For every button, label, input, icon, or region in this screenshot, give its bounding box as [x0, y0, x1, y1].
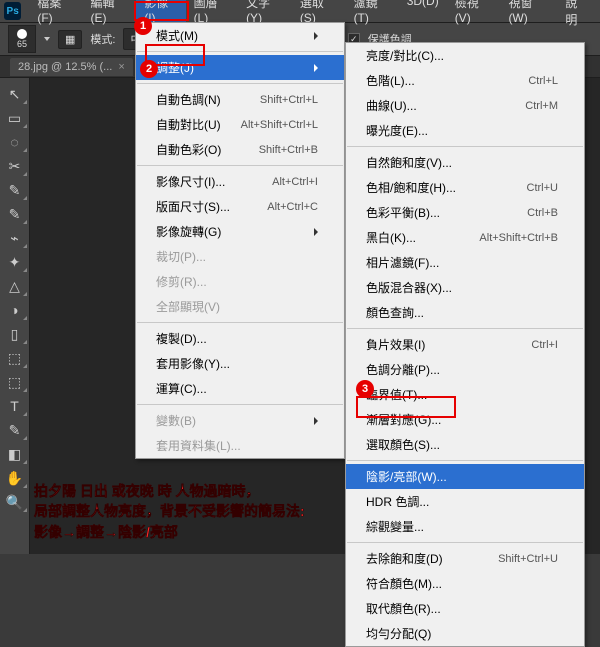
brush-preview[interactable]: 65 — [8, 25, 36, 53]
menu-檔案(F)[interactable]: 檔案(F) — [29, 0, 82, 31]
menu-item[interactable]: HDR 色調... — [346, 489, 584, 514]
menu-item: 全部顯現(V) — [136, 294, 344, 319]
menu-item[interactable]: 黑白(K)...Alt+Shift+Ctrl+B — [346, 225, 584, 250]
menu-item[interactable]: 顏色查詢... — [346, 300, 584, 325]
tool[interactable]: 🔍 — [2, 491, 28, 513]
tool[interactable]: ◑ — [2, 299, 28, 321]
tool[interactable]: ⬚ — [2, 347, 28, 369]
chevron-right-icon — [314, 228, 318, 236]
menu-item[interactable]: 版面尺寸(S)...Alt+Ctrl+C — [136, 194, 344, 219]
chevron-right-icon — [314, 32, 318, 40]
adjustments-submenu[interactable]: 亮度/對比(C)...色階(L)...Ctrl+L曲線(U)...Ctrl+M曝… — [345, 42, 585, 647]
menu-item[interactable]: 亮度/對比(C)... — [346, 43, 584, 68]
menu-說明[interactable]: 說明 — [557, 0, 596, 31]
menu-item[interactable]: 符合顏色(M)... — [346, 571, 584, 596]
menu-item[interactable]: 綜觀變量... — [346, 514, 584, 539]
tools-panel: ↖▭◌✂✎✎⌁✦△◑▯⬚⬚T✎◧✋🔍 — [0, 78, 30, 554]
tool[interactable]: △ — [2, 275, 28, 297]
menu-item: 修剪(R)... — [136, 269, 344, 294]
menu-濾鏡(T)[interactable]: 濾鏡(T) — [346, 0, 399, 31]
menu-item[interactable]: 模式(M) — [136, 23, 344, 48]
menu-item[interactable]: 運算(C)... — [136, 376, 344, 401]
callout-num-2: 2 — [140, 60, 158, 78]
tool[interactable]: ◧ — [2, 443, 28, 465]
menu-item[interactable]: 自然飽和度(V)... — [346, 150, 584, 175]
tab-title: 28.jpg @ 12.5% (... — [18, 61, 112, 73]
tool[interactable]: ◌ — [2, 131, 28, 153]
menu-item[interactable]: 取代顏色(R)... — [346, 596, 584, 621]
menu-item[interactable]: 自動色調(N)Shift+Ctrl+L — [136, 87, 344, 112]
menu-item[interactable]: 相片濾鏡(F)... — [346, 250, 584, 275]
tool[interactable]: ✂ — [2, 155, 28, 177]
callout-num-1: 1 — [134, 17, 152, 35]
menu-item[interactable]: 曝光度(E)... — [346, 118, 584, 143]
chevron-right-icon — [314, 64, 318, 72]
menu-item: 裁切(P)... — [136, 244, 344, 269]
menu-item[interactable]: 影像尺寸(I)...Alt+Ctrl+I — [136, 169, 344, 194]
chevron-down-icon[interactable] — [44, 37, 50, 41]
document-tab[interactable]: 28.jpg @ 12.5% (... × — [10, 58, 133, 76]
menu-視窗(W)[interactable]: 視窗(W) — [500, 0, 557, 31]
menubar: Ps 檔案(F)編輯(E)影像(I)圖層(L)文字(Y)選取(S)濾鏡(T)3D… — [0, 0, 600, 22]
tool[interactable]: ▭ — [2, 107, 28, 129]
menu-item[interactable]: 色相/飽和度(H)...Ctrl+U — [346, 175, 584, 200]
menu-檢視(V)[interactable]: 檢視(V) — [447, 0, 501, 31]
image-menu[interactable]: 模式(M) 調整(J) 自動色調(N)Shift+Ctrl+L自動對比(U)Alt+… — [135, 22, 345, 459]
tool[interactable]: ▯ — [2, 323, 28, 345]
tool[interactable]: ✎ — [2, 179, 28, 201]
tool[interactable]: ⬚ — [2, 371, 28, 393]
app-icon: Ps — [4, 2, 21, 20]
menu-item[interactable]: 曲線(U)...Ctrl+M — [346, 93, 584, 118]
menu-item[interactable]: 負片效果(I)Ctrl+I — [346, 332, 584, 357]
menu-item[interactable]: 複製(D)... — [136, 326, 344, 351]
menu-編輯(E)[interactable]: 編輯(E) — [82, 0, 136, 31]
menu-item[interactable]: 漸層對應(G)... — [346, 407, 584, 432]
close-icon[interactable]: × — [118, 61, 124, 73]
menu-item[interactable]: 色調分離(P)... — [346, 357, 584, 382]
tool[interactable]: ✋ — [2, 467, 28, 489]
menu-item[interactable]: 陰影/亮部(W)... — [346, 464, 584, 489]
menu-item[interactable]: 色彩平衡(B)...Ctrl+B — [346, 200, 584, 225]
menu-item[interactable]: 去除飽和度(D)Shift+Ctrl+U — [346, 546, 584, 571]
tool[interactable]: ✦ — [2, 251, 28, 273]
menu-item[interactable]: 色版混合器(X)... — [346, 275, 584, 300]
menu-item[interactable]: 套用影像(Y)... — [136, 351, 344, 376]
menu-3D(D)[interactable]: 3D(D) — [399, 0, 447, 31]
tool[interactable]: ✎ — [2, 419, 28, 441]
tool[interactable]: T — [2, 395, 28, 417]
menu-item[interactable]: 影像旋轉(G) — [136, 219, 344, 244]
menu-item[interactable]: 自動對比(U)Alt+Shift+Ctrl+L — [136, 112, 344, 137]
callout-num-3: 3 — [356, 380, 374, 398]
menu-item[interactable]: 選取顏色(S)... — [346, 432, 584, 457]
chevron-right-icon — [314, 417, 318, 425]
tool[interactable]: ⌁ — [2, 227, 28, 249]
tool[interactable]: ✎ — [2, 203, 28, 225]
menu-item: 套用資料集(L)... — [136, 433, 344, 458]
tool[interactable]: ↖ — [2, 83, 28, 105]
mode-label: 模式: — [90, 31, 115, 47]
menu-item[interactable]: 調整(J) — [136, 55, 344, 80]
menu-item[interactable]: 色階(L)...Ctrl+L — [346, 68, 584, 93]
menu-item: 變數(B) — [136, 408, 344, 433]
brush-panel-icon[interactable]: ▦ — [58, 30, 82, 49]
menu-item[interactable]: 自動色彩(O)Shift+Ctrl+B — [136, 137, 344, 162]
menu-item[interactable]: 均勻分配(Q) — [346, 621, 584, 646]
menu-item[interactable]: 臨界值(T)... — [346, 382, 584, 407]
